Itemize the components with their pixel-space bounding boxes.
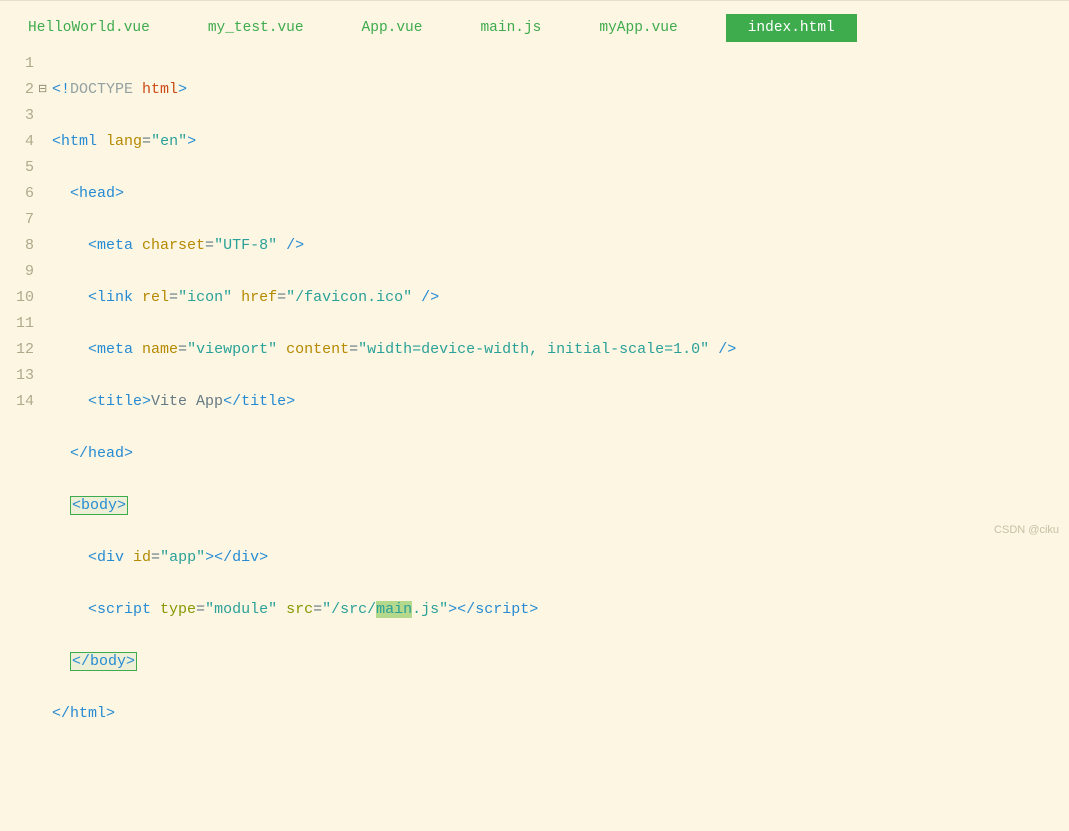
code-line[interactable]: <head> [52, 181, 1069, 207]
fold-marker [38, 51, 52, 77]
line-number-gutter: 1 2 3 4 5 6 7 8 9 10 11 12 13 14 [0, 51, 38, 831]
line-number: 3 [0, 103, 34, 129]
code-line[interactable]: <meta name="viewport" content="width=dev… [52, 337, 1069, 363]
code-line[interactable]: <html lang="en"> [52, 129, 1069, 155]
code-line[interactable]: </body> [52, 649, 1069, 675]
code-line[interactable]: <!DOCTYPE html> [52, 77, 1069, 103]
line-number: 5 [0, 155, 34, 181]
code-line[interactable]: <div id="app"></div> [52, 545, 1069, 571]
tab-mytest[interactable]: my_test.vue [198, 14, 314, 42]
fold-marker [38, 311, 52, 337]
tab-bar: HelloWorld.vue my_test.vue App.vue main.… [0, 11, 1069, 45]
cursor-highlight: <body> [70, 496, 128, 515]
fold-marker [38, 207, 52, 233]
fold-marker [38, 285, 52, 311]
code-line[interactable]: <script type="module" src="/src/main.js"… [52, 597, 1069, 623]
code-line[interactable] [52, 753, 1069, 779]
code-line[interactable]: <title>Vite App</title> [52, 389, 1069, 415]
line-number: 9 [0, 259, 34, 285]
code-body[interactable]: 1 2 3 4 5 6 7 8 9 10 11 12 13 14 ⊟ [0, 45, 1069, 831]
fold-marker [38, 155, 52, 181]
line-number: 11 [0, 311, 34, 337]
code-line[interactable]: <meta charset="UTF-8" /> [52, 233, 1069, 259]
line-number: 12 [0, 337, 34, 363]
code-line[interactable]: </head> [52, 441, 1069, 467]
line-number: 13 [0, 363, 34, 389]
watermark-text: CSDN @ciku [994, 524, 1059, 536]
fold-marker [38, 129, 52, 155]
search-match-highlight: main [376, 601, 412, 618]
line-number: 10 [0, 285, 34, 311]
fold-marker [38, 181, 52, 207]
tab-app[interactable]: App.vue [352, 14, 433, 42]
fold-marker [38, 363, 52, 389]
fold-marker [38, 389, 52, 415]
fold-marker [38, 337, 52, 363]
code-line[interactable]: </html> [52, 701, 1069, 727]
fold-gutter: ⊟ [38, 51, 52, 831]
tab-indexhtml[interactable]: index.html [726, 14, 857, 42]
cursor-highlight: </body> [70, 652, 137, 671]
fold-marker [38, 103, 52, 129]
line-number: 4 [0, 129, 34, 155]
line-number: 2 [0, 77, 34, 103]
fold-toggle-icon[interactable]: ⊟ [38, 77, 52, 103]
line-number: 8 [0, 233, 34, 259]
fold-marker [38, 233, 52, 259]
code-editor: HelloWorld.vue my_test.vue App.vue main.… [0, 0, 1069, 544]
code-line[interactable]: <body> [52, 493, 1069, 519]
line-number: 7 [0, 207, 34, 233]
line-number: 6 [0, 181, 34, 207]
tab-helloworld[interactable]: HelloWorld.vue [18, 14, 160, 42]
code-line[interactable]: <link rel="icon" href="/favicon.ico" /> [52, 285, 1069, 311]
tab-mainjs[interactable]: main.js [470, 14, 551, 42]
code-content[interactable]: <!DOCTYPE html> <html lang="en"> <head> … [52, 51, 1069, 831]
line-number: 1 [0, 51, 34, 77]
line-number: 14 [0, 389, 34, 415]
tab-myapp[interactable]: myApp.vue [589, 14, 687, 42]
fold-marker [38, 259, 52, 285]
